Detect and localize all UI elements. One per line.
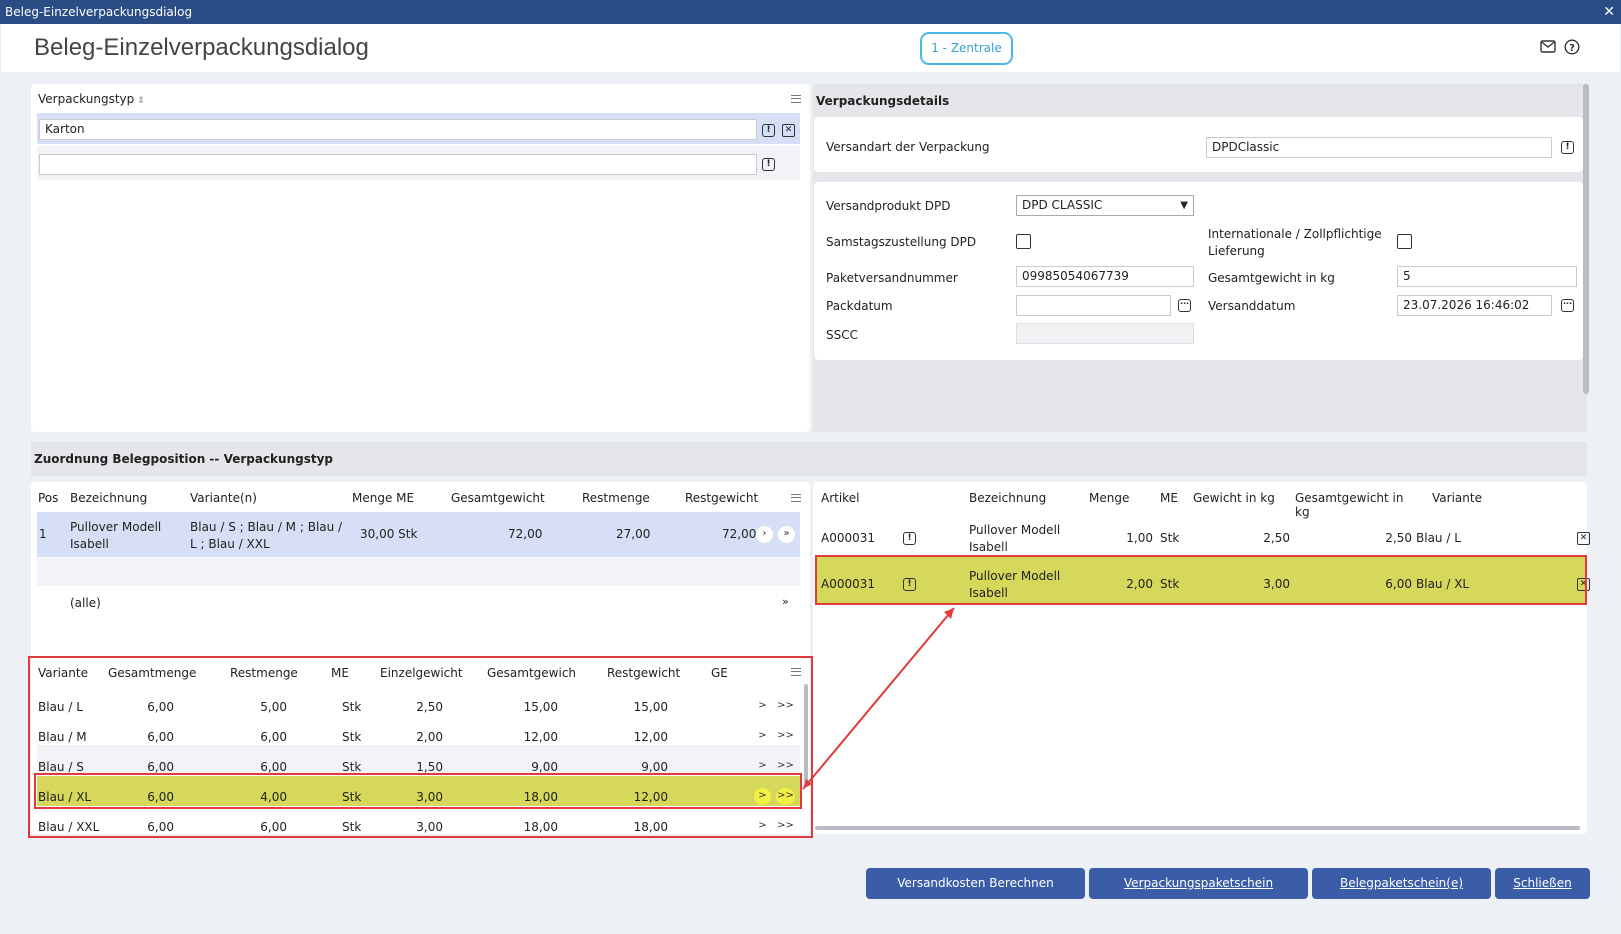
- verpackungsschein-button[interactable]: Verpackungspaketschein: [1089, 868, 1308, 899]
- versandkosten-button[interactable]: Versandkosten Berechnen: [866, 868, 1085, 899]
- belegschein-button[interactable]: Belegpaketschein(e): [1312, 868, 1491, 899]
- annotation-arrow: [802, 607, 955, 790]
- schliessen-button[interactable]: Schließen: [1495, 868, 1590, 899]
